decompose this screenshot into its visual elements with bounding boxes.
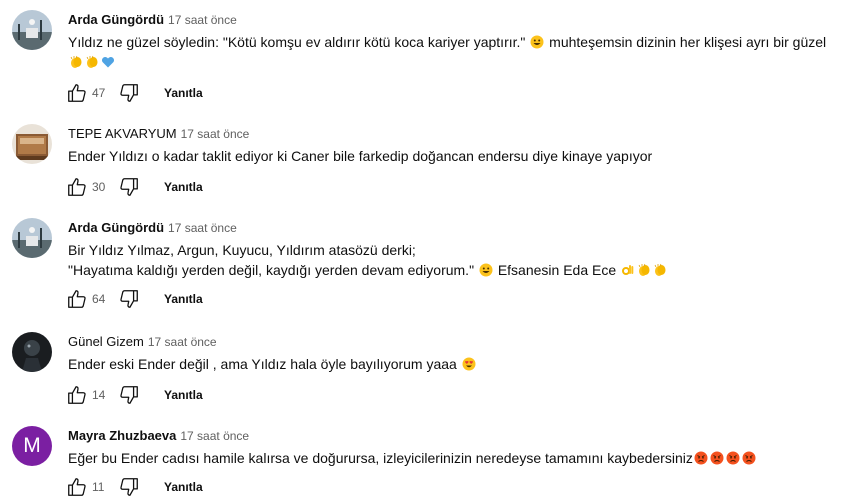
comment-text: Ender Yıldızı o kadar taklit ediyor ki C… <box>68 146 843 166</box>
avatar-image-icon <box>12 124 52 164</box>
comment-line-text: Efsanesin Eda Ece <box>493 262 617 278</box>
author-name[interactable]: Mayra Zhuzbaeva <box>68 428 176 443</box>
reply-button[interactable]: Yanıtla <box>164 86 203 100</box>
like-count: 64 <box>92 292 106 306</box>
like-count: 47 <box>92 86 106 100</box>
thumbs-up-icon[interactable] <box>66 82 88 104</box>
clapping-hands-emoji-icon <box>86 55 98 68</box>
avatar[interactable] <box>12 218 52 258</box>
heart-eyes-emoji-icon <box>462 357 476 371</box>
author-name[interactable]: TEPE AKVARYUM <box>68 126 177 141</box>
like-count: 30 <box>92 180 106 194</box>
comment-header: Arda Güngördü 17 saat önce <box>68 11 237 29</box>
timestamp[interactable]: 17 saat önce <box>181 127 250 141</box>
grinning-face-emoji-icon <box>530 35 544 49</box>
thumbs-up-icon[interactable] <box>66 176 88 198</box>
thumbs-down-icon[interactable] <box>118 82 140 104</box>
comment-line: Ender eski Ender değil , ama Yıldız hala… <box>68 354 843 374</box>
thumbs-down-icon[interactable] <box>118 176 140 198</box>
comment-line: "Hayatıma kaldığı yerden değil, kaydığı … <box>68 260 843 280</box>
thumbs-down-icon[interactable] <box>118 384 140 406</box>
timestamp[interactable]: 17 saat önce <box>148 335 217 349</box>
avatar[interactable]: M <box>12 426 52 466</box>
thumbs-up-icon[interactable] <box>66 384 88 406</box>
angry-face-emoji-icon <box>726 451 740 465</box>
clapping-hands-emoji-icon <box>638 263 650 276</box>
comment-header: Mayra Zhuzbaeva 17 saat önce <box>68 427 249 445</box>
comment-line-text: Yıldız ne güzel söyledin: "Kötü komşu ev… <box>68 34 526 50</box>
ok-hand-emoji-icon <box>622 265 634 275</box>
comment-header: Arda Güngördü 17 saat önce <box>68 219 237 237</box>
comment-line-text: Ender eski Ender değil , ama Yıldız hala… <box>68 356 457 372</box>
comment-line: Ender Yıldızı o kadar taklit ediyor ki C… <box>68 146 843 166</box>
timestamp[interactable]: 17 saat önce <box>168 221 237 235</box>
comment-line-text: Bir Yıldız Yılmaz, Argun, Kuyucu, Yıldır… <box>68 242 416 258</box>
angry-face-emoji-icon <box>742 451 756 465</box>
avatar[interactable] <box>12 124 52 164</box>
comment-line: Yıldız ne güzel söyledin: "Kötü komşu ev… <box>68 32 843 52</box>
author-name[interactable]: Arda Güngördü <box>68 220 164 235</box>
comment-text: Bir Yıldız Yılmaz, Argun, Kuyucu, Yıldır… <box>68 240 843 280</box>
comment-text: Ender eski Ender değil , ama Yıldız hala… <box>68 354 843 374</box>
comment-line-text: "Hayatıma kaldığı yerden değil, kaydığı … <box>68 262 475 278</box>
timestamp[interactable]: 17 saat önce <box>168 13 237 27</box>
avatar-image-icon <box>12 10 52 50</box>
comment-line-text: Eğer bu Ender cadısı hamile kalırsa ve d… <box>68 450 693 466</box>
like-count: 14 <box>92 388 106 402</box>
comment-text: Yıldız ne güzel söyledin: "Kötü komşu ev… <box>68 32 843 72</box>
thumbs-up-icon[interactable] <box>66 476 88 498</box>
comment-line <box>68 52 843 72</box>
grinning-face-emoji-icon <box>479 263 493 277</box>
comment-header: TEPE AKVARYUM 17 saat önce <box>68 125 249 143</box>
thumbs-down-icon[interactable] <box>118 476 140 498</box>
angry-face-emoji-icon <box>710 451 724 465</box>
reply-button[interactable]: Yanıtla <box>164 292 203 306</box>
comment-line: Bir Yıldız Yılmaz, Argun, Kuyucu, Yıldır… <box>68 240 843 260</box>
clapping-hands-emoji-icon <box>70 55 82 68</box>
avatar[interactable] <box>12 10 52 50</box>
comment-text: Eğer bu Ender cadısı hamile kalırsa ve d… <box>68 448 843 468</box>
blue-heart-emoji-icon <box>101 56 115 68</box>
clapping-hands-emoji-icon <box>654 263 666 276</box>
author-name[interactable]: Günel Gizem <box>68 334 144 349</box>
avatar[interactable] <box>12 332 52 372</box>
angry-face-emoji-icon <box>694 451 708 465</box>
reply-button[interactable]: Yanıtla <box>164 388 203 402</box>
like-count: 11 <box>92 480 105 494</box>
avatar-image-icon <box>12 218 52 258</box>
author-name[interactable]: Arda Güngördü <box>68 12 164 27</box>
comment-line: Eğer bu Ender cadısı hamile kalırsa ve d… <box>68 448 843 468</box>
comment-header: Günel Gizem 17 saat önce <box>68 333 217 351</box>
reply-button[interactable]: Yanıtla <box>164 180 203 194</box>
comment-line-text: Ender Yıldızı o kadar taklit ediyor ki C… <box>68 148 653 164</box>
thumbs-down-icon[interactable] <box>118 288 140 310</box>
avatar-image-icon <box>12 332 52 372</box>
thumbs-up-icon[interactable] <box>66 288 88 310</box>
timestamp[interactable]: 17 saat önce <box>180 429 249 443</box>
comment-line-text: muhteşemsin dizinin her klişesi ayrı bir… <box>545 34 827 50</box>
reply-button[interactable]: Yanıtla <box>164 480 203 494</box>
